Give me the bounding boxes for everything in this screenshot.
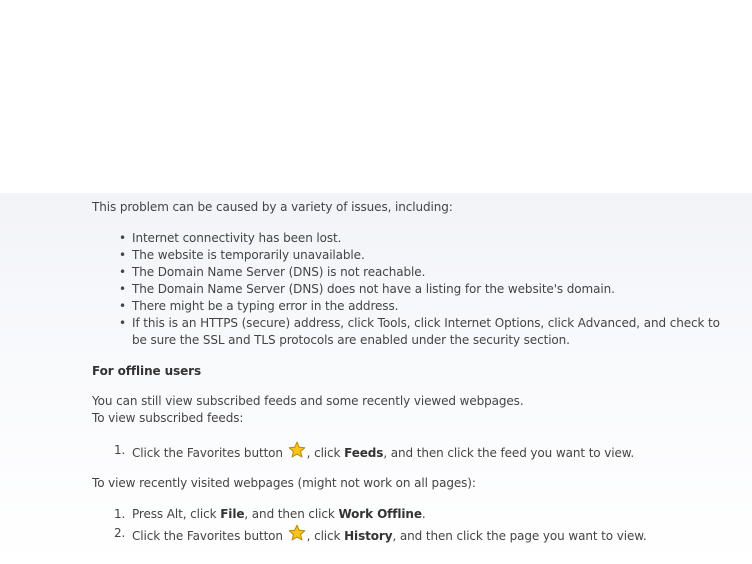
- offline-info-text: You can still view subscribed feeds and …: [92, 394, 524, 408]
- feeds-label: Feeds: [344, 446, 384, 460]
- step-number: 1.: [114, 443, 126, 457]
- work-offline-label: Work Offline: [338, 507, 422, 521]
- feed-steps-list: 1. Click the Favorites button , click Fe…: [92, 440, 722, 463]
- feeds-intro-text: To view subscribed feeds:: [92, 411, 244, 425]
- issue-item: The Domain Name Server (DNS) is not reac…: [119, 264, 722, 281]
- recent-step-item: 1. Press Alt, click File, and then click…: [114, 505, 722, 524]
- step-text: , click: [306, 529, 345, 543]
- issues-list: Internet connectivity has been lost. The…: [92, 230, 722, 349]
- step-text: Click the Favorites button: [132, 446, 283, 460]
- issue-item: If this is an HTTPS (secure) address, cl…: [119, 315, 722, 349]
- issue-item: Internet connectivity has been lost.: [119, 230, 722, 247]
- feed-step-item: 1. Click the Favorites button , click Fe…: [114, 440, 722, 463]
- step-number: 2.: [114, 526, 126, 540]
- page-header-blank: [0, 0, 752, 193]
- offline-heading: For offline users: [92, 364, 202, 378]
- intro-text: This problem can be caused by a variety …: [92, 200, 453, 214]
- error-details: This problem can be caused by a variety …: [92, 199, 722, 558]
- star-icon: [288, 524, 306, 542]
- issue-item: The Domain Name Server (DNS) does not ha…: [119, 281, 722, 298]
- step-text: .: [421, 507, 426, 521]
- step-text: , click: [306, 446, 345, 460]
- step-text: , and then click: [244, 507, 339, 521]
- recent-step-item: 2. Click the Favorites button , click Hi…: [114, 524, 722, 546]
- recent-steps-list: 1. Press Alt, click File, and then click…: [92, 505, 722, 546]
- step-number: 1.: [114, 507, 126, 521]
- step-text: , and then click the feed you want to vi…: [383, 446, 635, 460]
- step-text: , and then click the page you want to vi…: [392, 529, 647, 543]
- step-text: Press Alt, click: [132, 507, 221, 521]
- issue-item: There might be a typing error in the add…: [119, 298, 722, 315]
- file-label: File: [220, 507, 245, 521]
- step-text: Click the Favorites button: [132, 529, 283, 543]
- issue-item: The website is temporarily unavailable.: [119, 247, 722, 264]
- recent-intro-text: To view recently visited webpages (might…: [92, 476, 476, 490]
- star-icon: [288, 441, 306, 459]
- history-label: History: [344, 529, 393, 543]
